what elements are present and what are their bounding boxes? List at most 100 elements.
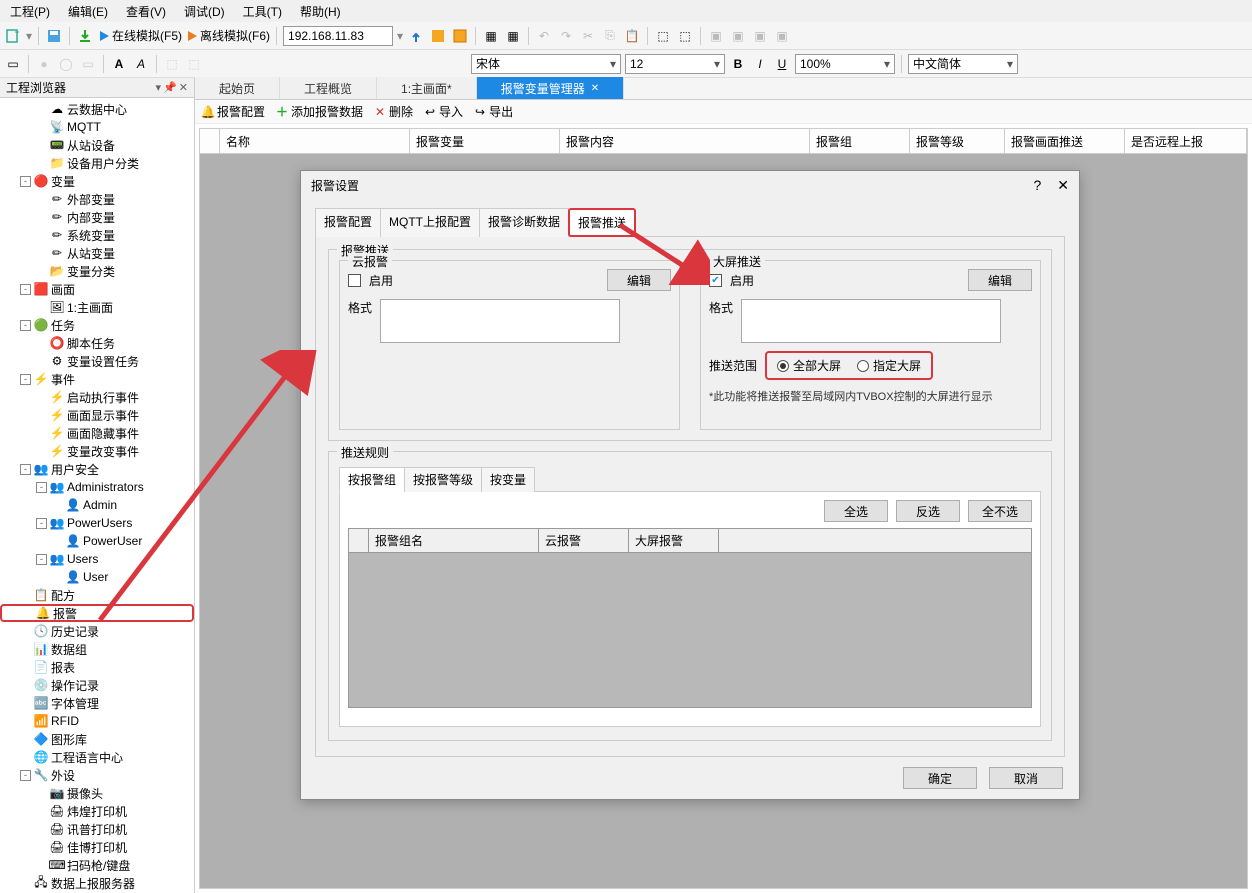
tree-item-扫码枪/键盘[interactable]: ⌨扫码枪/键盘 bbox=[0, 856, 194, 874]
bigscreen-enable-checkbox[interactable]: ✔ bbox=[709, 274, 722, 287]
dialog-close-icon[interactable]: ✕ bbox=[1057, 177, 1069, 194]
add-alarm-button[interactable]: ＋添加报警数据 bbox=[275, 103, 363, 120]
tree-item-佳博打印机[interactable]: 🖨佳博打印机 bbox=[0, 838, 194, 856]
font-select[interactable]: 宋体 bbox=[471, 54, 621, 74]
tree-item-Users[interactable]: -👥Users bbox=[0, 550, 194, 568]
menu-view[interactable]: 查看(V) bbox=[126, 3, 166, 20]
tree-item-用户安全[interactable]: -👥用户安全 bbox=[0, 460, 194, 478]
redo-icon[interactable]: ↷ bbox=[557, 27, 575, 45]
language-select[interactable]: 中文简体 bbox=[908, 54, 1018, 74]
bigscreen-edit-button[interactable]: 编辑 bbox=[968, 269, 1032, 291]
italic-icon[interactable]: I bbox=[751, 55, 769, 73]
tree-item-设备用户分类[interactable]: 📁设备用户分类 bbox=[0, 154, 194, 172]
tree-item-Admin[interactable]: 👤Admin bbox=[0, 496, 194, 514]
tree-item-数据组[interactable]: 📊数据组 bbox=[0, 640, 194, 658]
fontsize-select[interactable]: 12 bbox=[625, 54, 725, 74]
layer-icon[interactable]: ▣ bbox=[707, 27, 725, 45]
tree-item-数据上报服务器[interactable]: 🖧数据上报服务器 bbox=[0, 874, 194, 892]
tree-item-从站设备[interactable]: 📟从站设备 bbox=[0, 136, 194, 154]
dtab-diag[interactable]: 报警诊断数据 bbox=[479, 208, 569, 237]
tree-item-任务[interactable]: -🟢任务 bbox=[0, 316, 194, 334]
shape-icon-2[interactable]: ◯ bbox=[57, 55, 75, 73]
tree-item-PowerUser[interactable]: 👤PowerUser bbox=[0, 532, 194, 550]
layer-icon-2[interactable]: ▣ bbox=[729, 27, 747, 45]
tree-item-炜煌打印机[interactable]: 🖨炜煌打印机 bbox=[0, 802, 194, 820]
tree-item-操作记录[interactable]: 💿操作记录 bbox=[0, 676, 194, 694]
tab-alarm-manager[interactable]: 报警变量管理器✕ bbox=[477, 77, 624, 99]
tree-item-字体管理[interactable]: 🔤字体管理 bbox=[0, 694, 194, 712]
menu-tools[interactable]: 工具(T) bbox=[243, 3, 282, 20]
col-remote[interactable]: 是否远程上报 bbox=[1125, 129, 1247, 153]
tree-item-云数据中心[interactable]: ☁云数据中心 bbox=[0, 100, 194, 118]
align-icon-2[interactable]: ⬚ bbox=[676, 27, 694, 45]
tree-item-User[interactable]: 👤User bbox=[0, 568, 194, 586]
download-icon[interactable] bbox=[76, 27, 94, 45]
project-tree[interactable]: ☁云数据中心📡MQTT📟从站设备📁设备用户分类-🔴变量✏外部变量✏内部变量✏系统… bbox=[0, 98, 194, 893]
text-icon-2[interactable]: A bbox=[132, 55, 150, 73]
tool-icon-3[interactable]: ▦ bbox=[482, 27, 500, 45]
tree-item-变量[interactable]: -🔴变量 bbox=[0, 172, 194, 190]
tree-item-画面[interactable]: -🟥画面 bbox=[0, 280, 194, 298]
tool-icon-7[interactable]: 📋 bbox=[623, 27, 641, 45]
tree-item-外设[interactable]: -🔧外设 bbox=[0, 766, 194, 784]
tree-item-启动执行事件[interactable]: ⚡启动执行事件 bbox=[0, 388, 194, 406]
tree-item-RFID[interactable]: 📶RFID bbox=[0, 712, 194, 730]
tree-item-外部变量[interactable]: ✏外部变量 bbox=[0, 190, 194, 208]
control-icon-2[interactable]: ⬚ bbox=[185, 55, 203, 73]
sidebar-pin-icon[interactable]: 📌 bbox=[163, 81, 177, 94]
rtab-var[interactable]: 按变量 bbox=[481, 467, 535, 492]
tree-item-1:主画面[interactable]: 🖼1:主画面 bbox=[0, 298, 194, 316]
pointer-icon[interactable]: ▭ bbox=[4, 55, 22, 73]
bigscreen-format-input[interactable] bbox=[741, 299, 1001, 343]
menu-help[interactable]: 帮助(H) bbox=[300, 3, 341, 20]
ok-button[interactable]: 确定 bbox=[903, 767, 977, 789]
col-push[interactable]: 报警画面推送 bbox=[1005, 129, 1125, 153]
sidebar-dropdown-icon[interactable]: ▾ bbox=[156, 81, 162, 94]
zoom-select[interactable]: 100% bbox=[795, 54, 895, 74]
bold-icon[interactable]: B bbox=[729, 55, 747, 73]
tree-item-摄像头[interactable]: 📷摄像头 bbox=[0, 784, 194, 802]
rules-grid[interactable]: 报警组名 云报警 大屏报警 bbox=[348, 528, 1032, 708]
tree-item-历史记录[interactable]: 🕓历史记录 bbox=[0, 622, 194, 640]
tree-item-报表[interactable]: 📄报表 bbox=[0, 658, 194, 676]
tree-item-Administrators[interactable]: -👥Administrators bbox=[0, 478, 194, 496]
layer-icon-4[interactable]: ▣ bbox=[773, 27, 791, 45]
new-icon[interactable] bbox=[4, 27, 22, 45]
tab-start[interactable]: 起始页 bbox=[195, 77, 280, 99]
cancel-button[interactable]: 取消 bbox=[989, 767, 1063, 789]
alarm-config-button[interactable]: 🔔报警配置 bbox=[201, 103, 265, 120]
select-none-button[interactable]: 全不选 bbox=[968, 500, 1032, 522]
menu-project[interactable]: 工程(P) bbox=[10, 3, 50, 20]
online-sim-button[interactable]: 在线模拟(F5) bbox=[98, 27, 182, 44]
tree-item-系统变量[interactable]: ✏系统变量 bbox=[0, 226, 194, 244]
rtab-group[interactable]: 按报警组 bbox=[339, 467, 405, 492]
tree-item-讯普打印机[interactable]: 🖨讯普打印机 bbox=[0, 820, 194, 838]
shape-icon[interactable]: ● bbox=[35, 55, 53, 73]
col-name[interactable]: 名称 bbox=[220, 129, 410, 153]
cloud-edit-button[interactable]: 编辑 bbox=[607, 269, 671, 291]
layer-icon-3[interactable]: ▣ bbox=[751, 27, 769, 45]
tree-item-事件[interactable]: -⚡事件 bbox=[0, 370, 194, 388]
offline-sim-button[interactable]: 离线模拟(F6) bbox=[186, 27, 270, 44]
dtab-mqtt[interactable]: MQTT上报配置 bbox=[380, 208, 480, 237]
tool-icon-5[interactable]: ✂ bbox=[579, 27, 597, 45]
tree-item-报警[interactable]: 🔔报警 bbox=[0, 604, 194, 622]
tab-overview[interactable]: 工程概览 bbox=[280, 77, 377, 99]
shape-icon-3[interactable]: ▭ bbox=[79, 55, 97, 73]
tree-item-画面隐藏事件[interactable]: ⚡画面隐藏事件 bbox=[0, 424, 194, 442]
tool-icon-2[interactable] bbox=[451, 27, 469, 45]
tree-item-PowerUsers[interactable]: -👥PowerUsers bbox=[0, 514, 194, 532]
cloud-format-input[interactable] bbox=[380, 299, 620, 343]
text-icon[interactable]: A bbox=[110, 55, 128, 73]
tab-close-icon[interactable]: ✕ bbox=[591, 83, 599, 94]
rtab-level[interactable]: 按报警等级 bbox=[404, 467, 482, 492]
tool-icon-1[interactable] bbox=[429, 27, 447, 45]
col-group[interactable]: 报警组 bbox=[810, 129, 910, 153]
dtab-push[interactable]: 报警推送 bbox=[568, 208, 636, 237]
menu-edit[interactable]: 编辑(E) bbox=[68, 3, 108, 20]
cloud-enable-checkbox[interactable] bbox=[348, 274, 361, 287]
dtab-config[interactable]: 报警配置 bbox=[315, 208, 381, 237]
dialog-titlebar[interactable]: 报警设置 ? ✕ bbox=[301, 171, 1079, 199]
invert-button[interactable]: 反选 bbox=[896, 500, 960, 522]
tree-item-图形库[interactable]: 🔷图形库 bbox=[0, 730, 194, 748]
